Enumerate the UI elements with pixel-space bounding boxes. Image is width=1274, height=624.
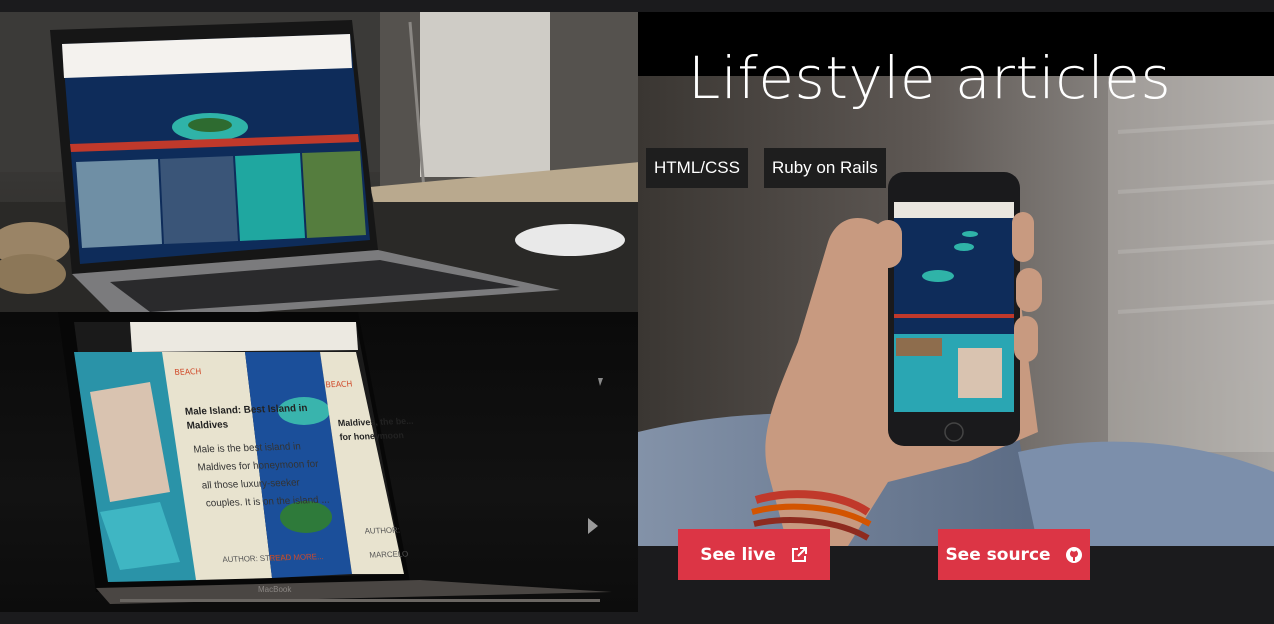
bottom-category-2: BEACH [325, 379, 353, 389]
macbook-brand: MacBook [258, 585, 292, 594]
bottom-read-more: READ MORE... [269, 552, 324, 563]
svg-text:AUTHOR:: AUTHOR: [364, 526, 400, 536]
svg-text:for honeymoon: for honeymoon [339, 430, 404, 442]
project-title: Lifestyle articles [688, 44, 1172, 112]
svg-text:Maldives, the be...: Maldives, the be... [337, 416, 414, 428]
external-link-icon [790, 546, 808, 564]
see-source-label: See source [945, 544, 1051, 565]
tag-html-css: HTML/CSS [646, 148, 748, 188]
tech-tags: HTML/CSS Ruby on Rails [646, 148, 886, 188]
macbook-dark-screenshot: BEACH BEACH Male Island: Best Island in … [0, 312, 638, 612]
bottom-category-1: BEACH [174, 367, 202, 377]
see-live-button[interactable]: See live [678, 529, 830, 580]
laptop-desk-screenshot [0, 12, 638, 312]
see-source-button[interactable]: See source [938, 529, 1090, 580]
svg-text:MARCELO: MARCELO [369, 549, 409, 559]
tag-ruby-on-rails: Ruby on Rails [763, 148, 886, 188]
svg-text:Maldives: Maldives [186, 419, 229, 431]
github-icon [1065, 546, 1083, 564]
see-live-label: See live [700, 544, 776, 565]
